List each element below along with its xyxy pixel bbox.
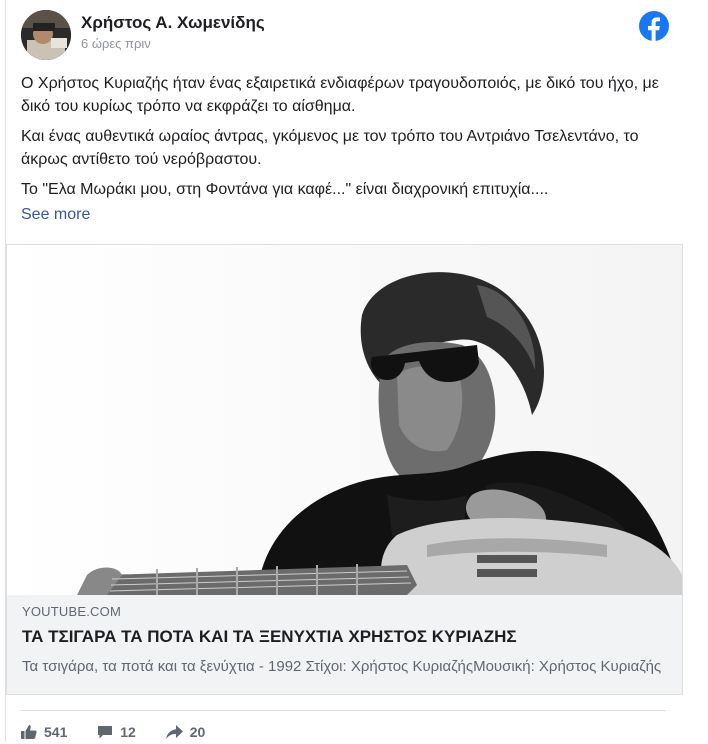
thumbs-up-icon xyxy=(21,725,37,739)
post-body: Ο Χρήστος Κυριαζής ήταν ένας εξαιρετικά … xyxy=(21,72,671,226)
link-description: Τα τσιγάρα, τα ποτά και τα ξενύχτια - 19… xyxy=(22,658,662,675)
post-header: Χρήστος Α. Χωμενίδης 6 ώρες πριν xyxy=(21,8,679,60)
comment-count: 12 xyxy=(120,724,136,740)
facebook-post-card: Χρήστος Α. Χωμενίδης 6 ώρες πριν Ο Χρήστ… xyxy=(5,0,694,742)
comment-count-button[interactable]: 12 xyxy=(97,724,136,740)
post-paragraph: Το "Ελα Μωράκι μου, στη Φοντάνα για καφέ… xyxy=(21,181,549,198)
see-more-link[interactable]: See more xyxy=(21,203,671,226)
like-count: 541 xyxy=(44,724,68,740)
link-title[interactable]: ΤΑ ΤΣΙΓΑΡΑ ΤΑ ΠΟΤΑ ΚΑΙ ΤΑ ΞΕΝΥΧΤΙΑ ΧΡΗΣΤ… xyxy=(22,627,667,647)
link-domain: YOUTUBE.COM xyxy=(22,604,121,619)
share-count-button[interactable]: 20 xyxy=(165,724,206,740)
comment-bubble-icon xyxy=(98,726,113,739)
post-paragraph: Ο Χρήστος Κυριαζής ήταν ένας εξαιρετικά … xyxy=(21,75,659,115)
link-meta: YOUTUBE.COM ΤΑ ΤΣΙΓΑΡΑ ΤΑ ΠΟΤΑ ΚΑΙ ΤΑ ΞΕ… xyxy=(22,604,667,675)
like-count-button[interactable]: 541 xyxy=(21,724,67,740)
post-paragraph: Και ένας αυθεντικά ωραίος άντρας, γκόμεν… xyxy=(21,128,639,168)
post-stats-bar: 541 12 20 xyxy=(21,724,231,744)
author-name-link[interactable]: Χρήστος Α. Χωμενίδης xyxy=(81,13,265,33)
post-timestamp[interactable]: 6 ώρες πριν xyxy=(81,36,151,51)
facebook-logo-icon[interactable] xyxy=(639,11,669,41)
share-count: 20 xyxy=(189,724,206,740)
author-avatar[interactable] xyxy=(21,10,71,60)
share-arrow-icon xyxy=(165,725,183,739)
link-thumbnail-image[interactable] xyxy=(7,245,682,595)
link-preview-card[interactable]: YOUTUBE.COM ΤΑ ΤΣΙΓΑΡΑ ΤΑ ΠΟΤΑ ΚΑΙ ΤΑ ΞΕ… xyxy=(6,244,683,695)
actions-divider xyxy=(21,710,666,711)
